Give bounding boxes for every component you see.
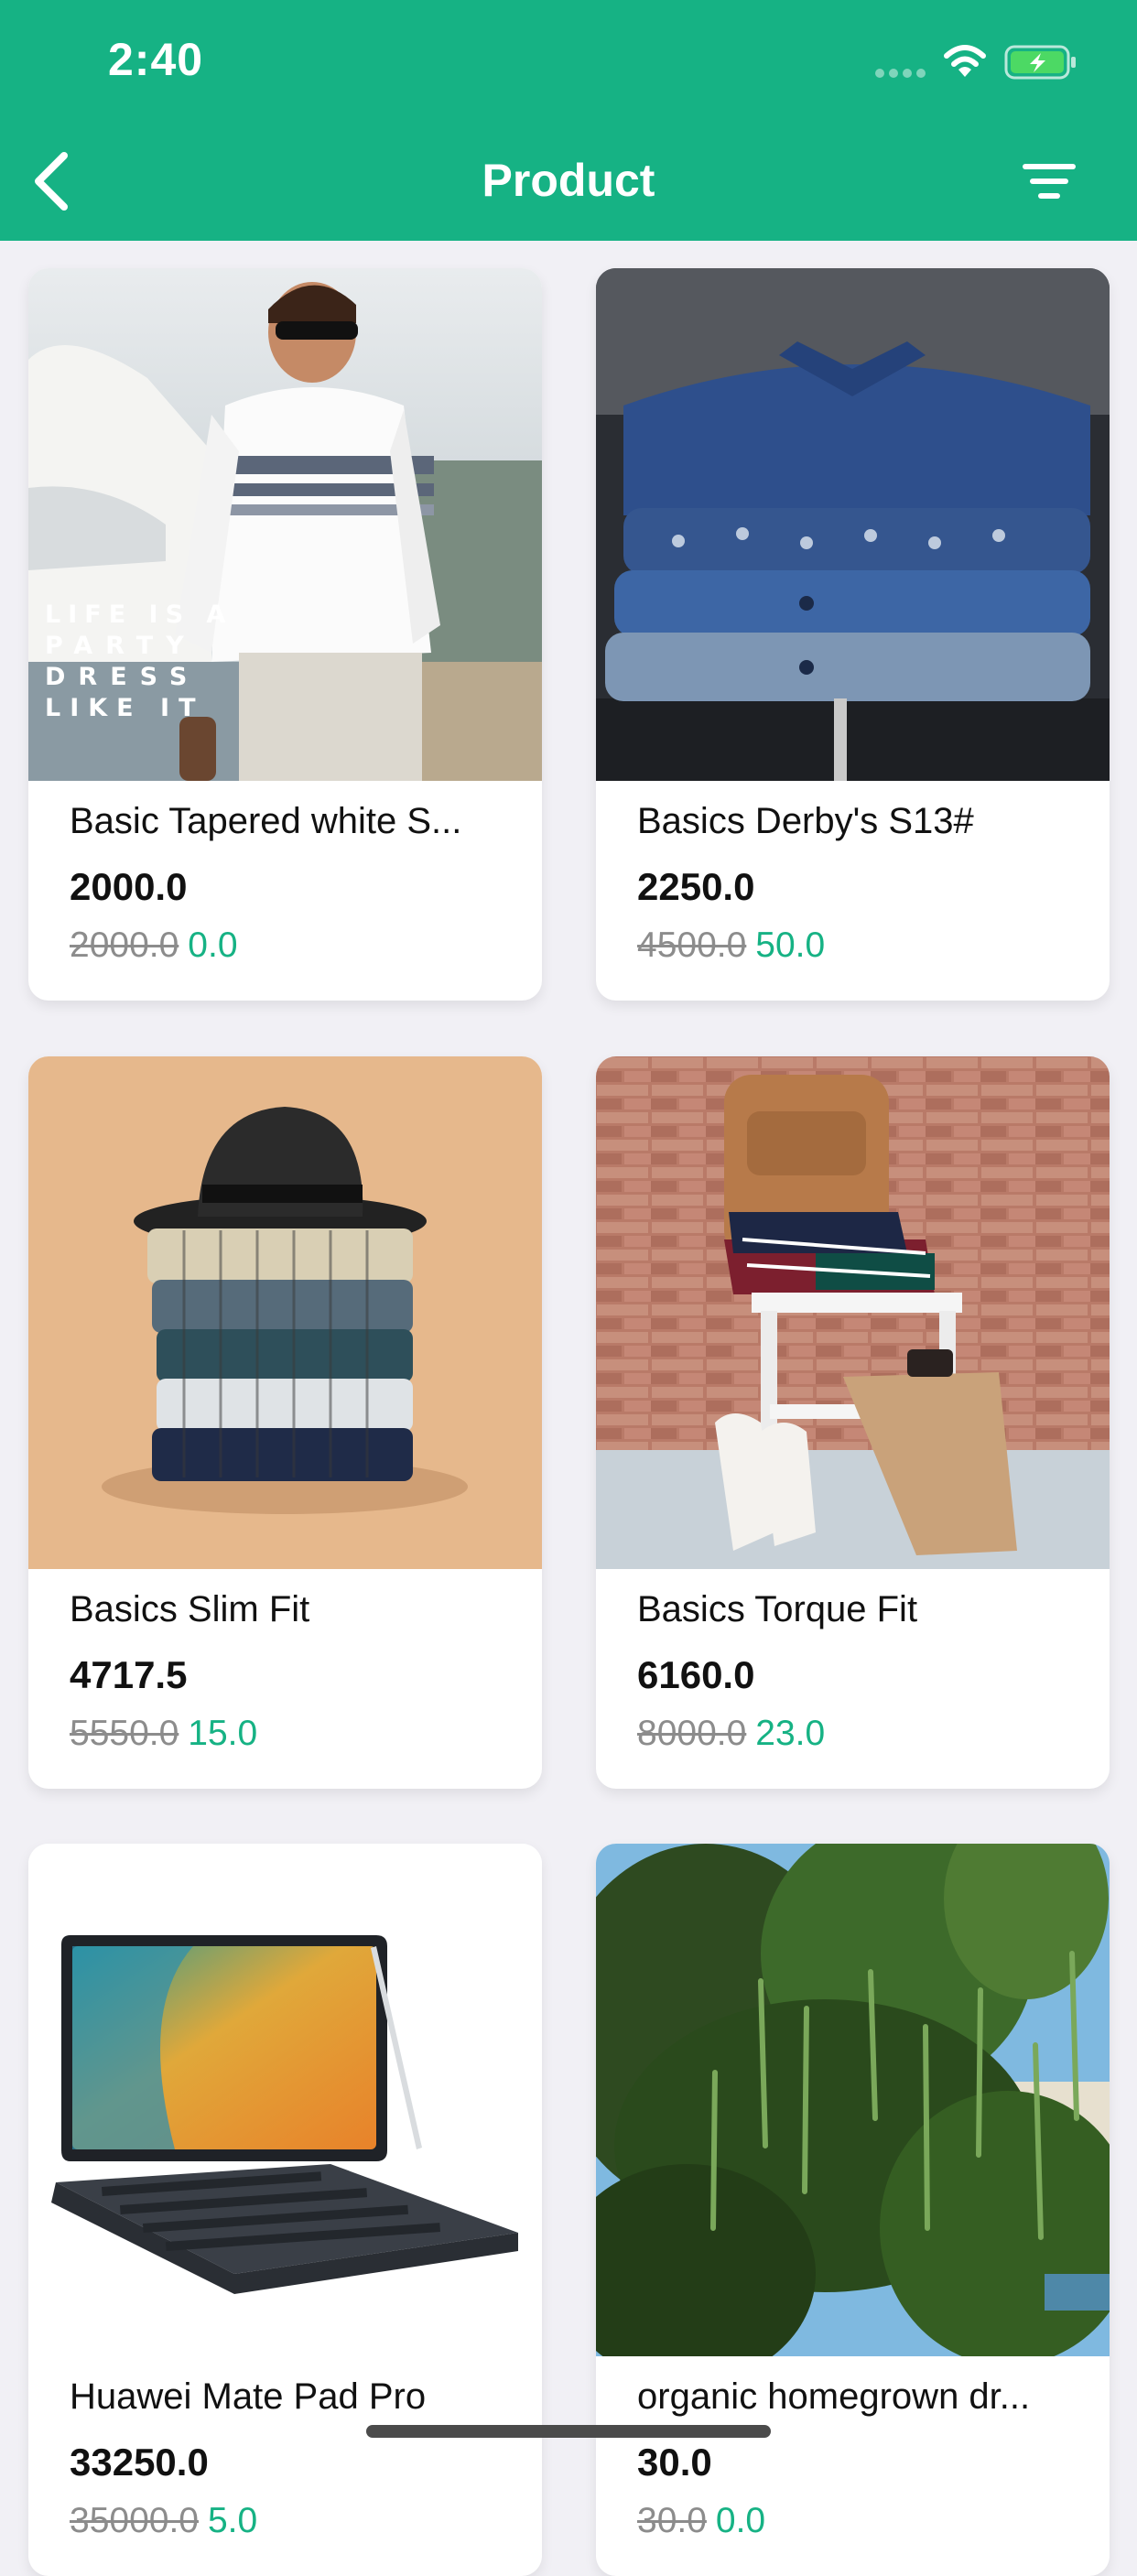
- product-card[interactable]: Huawei Mate Pad Pro 33250.0 35000.0 5.0: [28, 1844, 542, 2576]
- product-name: Basics Derby's S13#: [637, 801, 974, 841]
- product-price: 4717.5: [70, 1653, 188, 1696]
- product-price: 6160.0: [637, 1653, 755, 1696]
- discount-value: 0.0: [188, 925, 238, 965]
- product-card[interactable]: organic homegrown dr... 30.0 30.0 0.0: [596, 1844, 1110, 2576]
- product-card[interactable]: Basics Slim Fit 4717.5 5550.0 15.0: [28, 1056, 542, 1789]
- svg-text:LIFE IS A: LIFE IS A: [45, 601, 233, 629]
- battery-charging-icon: [1004, 45, 1076, 80]
- product-name: Basics Torque Fit: [637, 1589, 918, 1629]
- product-card[interactable]: Basics Torque Fit 6160.0 8000.0 23.0: [596, 1056, 1110, 1789]
- product-price: 2000.0: [70, 865, 188, 908]
- original-price: 4500.0: [637, 925, 747, 965]
- app-header: 2:40 Product: [0, 0, 1137, 241]
- product-image: [596, 1844, 1110, 2356]
- product-image: LIFE IS A PARTY DRESS LIKE IT: [28, 268, 542, 781]
- product-price-row: 2000.0 0.0: [70, 925, 238, 966]
- discount-value: 15.0: [188, 1714, 258, 1753]
- product-price: 30.0: [637, 2441, 712, 2484]
- svg-text:PARTY: PARTY: [45, 632, 197, 660]
- product-image: [596, 1056, 1110, 1569]
- discount-value: 0.0: [715, 2501, 766, 2540]
- status-time: 2:40: [108, 34, 204, 85]
- product-card[interactable]: Basics Derby's S13# 2250.0 4500.0 50.0: [596, 268, 1110, 1001]
- home-indicator[interactable]: [366, 2425, 771, 2438]
- discount-value: 50.0: [755, 925, 826, 965]
- original-price: 5550.0: [70, 1714, 179, 1753]
- product-image: [28, 1844, 542, 2356]
- product-grid: LIFE IS A PARTY DRESS LIKE IT Basic Tape…: [0, 0, 1137, 2576]
- product-name: Huawei Mate Pad Pro: [70, 2376, 427, 2417]
- page-title: Product: [482, 155, 655, 206]
- wifi-icon: [944, 45, 986, 77]
- product-price: 2250.0: [637, 865, 755, 908]
- product-price-row: 5550.0 15.0: [70, 1714, 257, 1754]
- filter-button[interactable]: [1016, 156, 1082, 207]
- discount-value: 5.0: [207, 2501, 258, 2540]
- product-name: Basic Tapered white S...: [70, 801, 462, 841]
- svg-text:DRESS: DRESS: [45, 663, 200, 691]
- product-name: Basics Slim Fit: [70, 1589, 310, 1629]
- original-price: 8000.0: [637, 1714, 747, 1753]
- product-price-row: 4500.0 50.0: [637, 925, 825, 966]
- original-price: 2000.0: [70, 925, 179, 965]
- product-price: 33250.0: [70, 2441, 209, 2484]
- cellular-signal-icon: [875, 69, 926, 78]
- product-card[interactable]: LIFE IS A PARTY DRESS LIKE IT Basic Tape…: [28, 268, 542, 1001]
- product-name: organic homegrown dr...: [637, 2376, 1031, 2417]
- product-image: [28, 1056, 542, 1569]
- original-price: 30.0: [637, 2501, 707, 2540]
- original-price: 35000.0: [70, 2501, 199, 2540]
- product-price-row: 8000.0 23.0: [637, 1714, 825, 1754]
- discount-value: 23.0: [755, 1714, 826, 1753]
- svg-text:LIKE IT: LIKE IT: [45, 694, 204, 722]
- product-price-row: 35000.0 5.0: [70, 2501, 257, 2541]
- product-image: [596, 268, 1110, 781]
- product-price-row: 30.0 0.0: [637, 2501, 765, 2541]
